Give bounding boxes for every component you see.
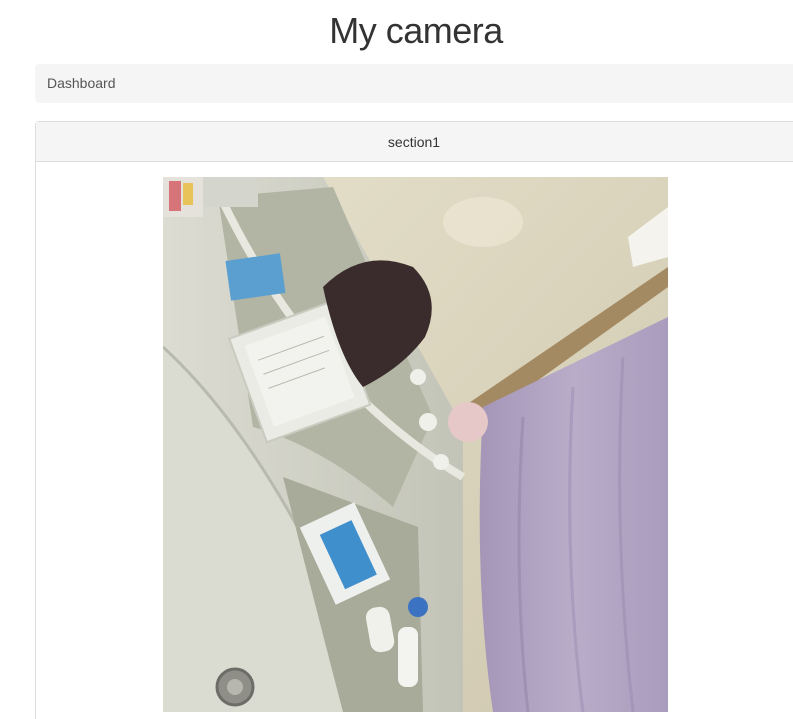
breadcrumb: Dashboard: [35, 64, 793, 103]
breadcrumb-dashboard[interactable]: Dashboard: [47, 75, 116, 91]
page-title: My camera: [329, 10, 503, 51]
camera-panel: section1: [35, 121, 793, 719]
camera-feed-image: [163, 177, 668, 712]
page: My camera Dashboard section1: [0, 0, 793, 719]
panel-heading: section1: [36, 122, 793, 162]
